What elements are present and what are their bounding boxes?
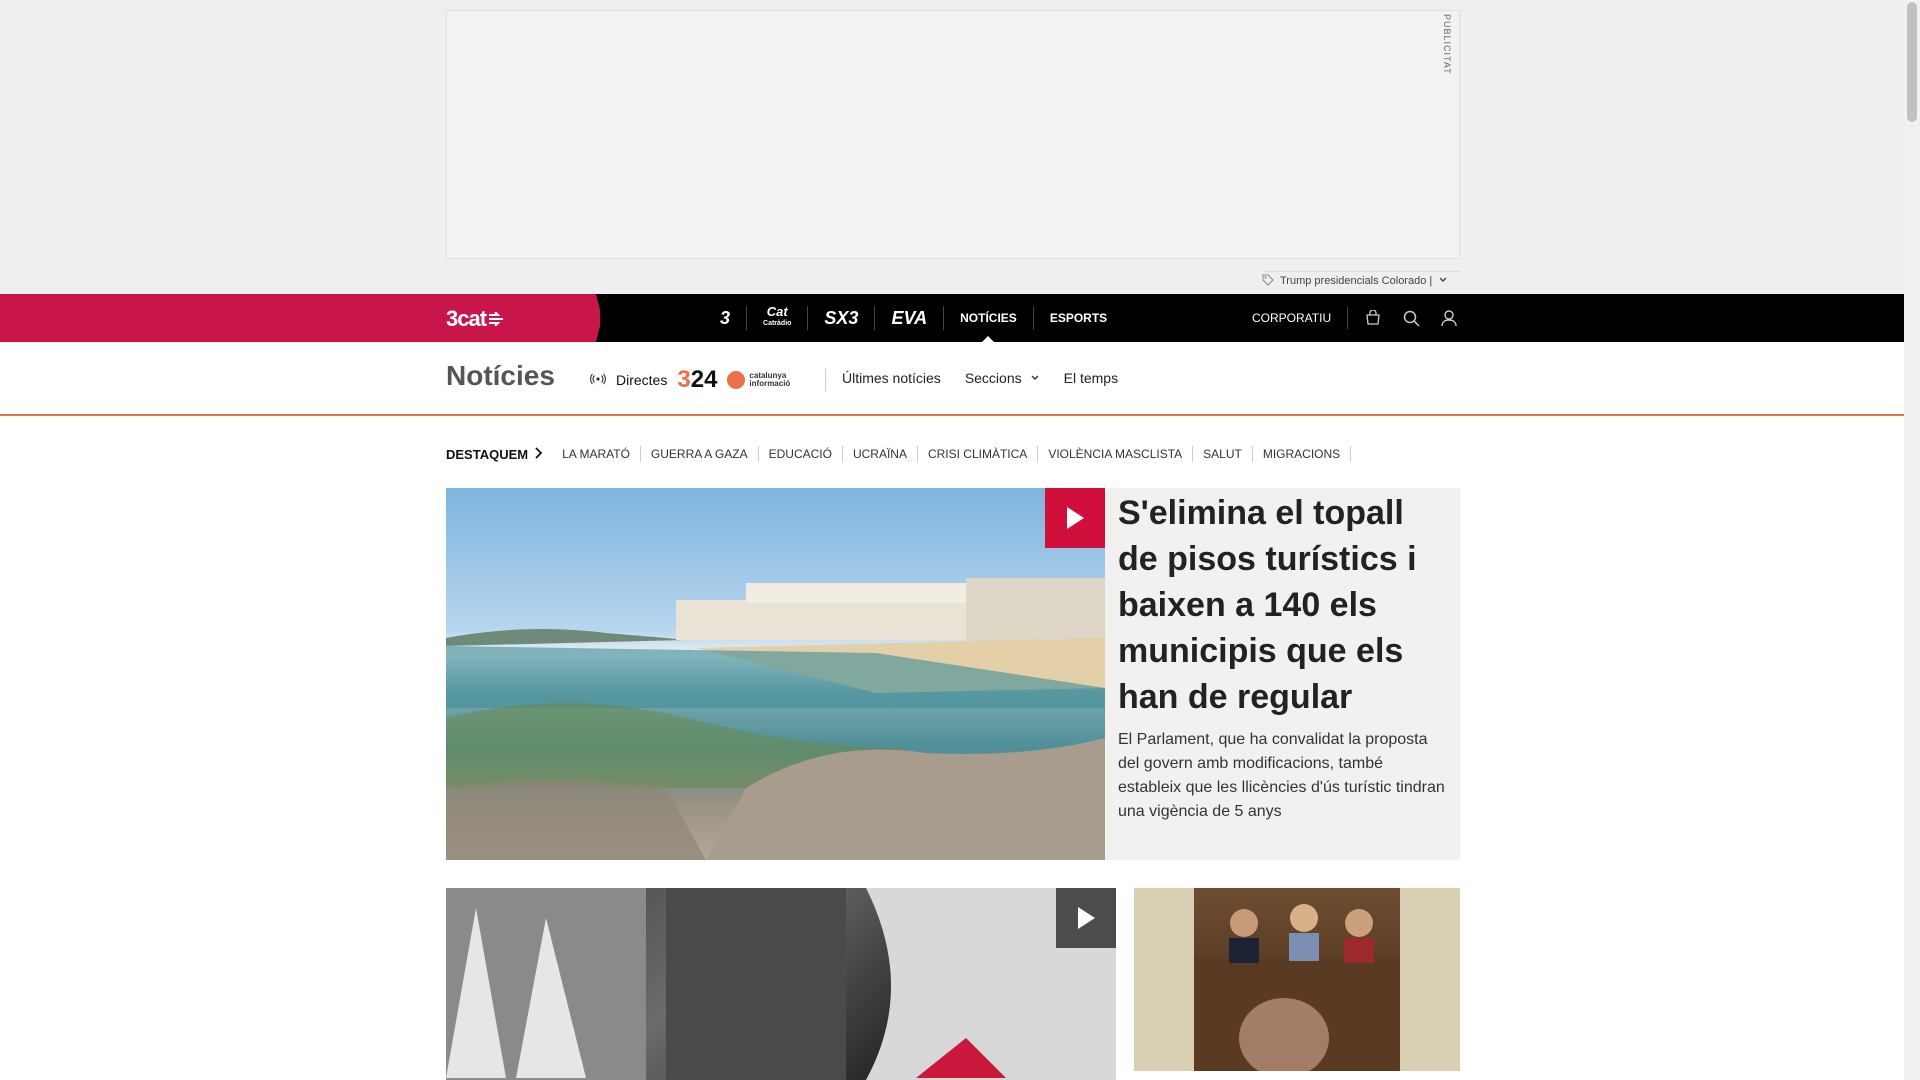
card-illustration: [446, 888, 1116, 1080]
catalunya-informacio-logo[interactable]: catalunya informació: [727, 371, 790, 389]
nav-link-esports[interactable]: ESPORTS: [1034, 306, 1123, 330]
shop-icon[interactable]: [1354, 294, 1392, 342]
hero-image[interactable]: [446, 488, 1105, 860]
play-button[interactable]: [1045, 488, 1105, 548]
sections-dropdown[interactable]: Seccions: [965, 370, 1040, 386]
search-icon[interactable]: [1392, 294, 1430, 342]
live-broadcast-icon: [590, 372, 606, 388]
sections-label: Seccions: [964, 370, 1022, 386]
3cat-logo[interactable]: 3cat: [446, 306, 506, 332]
weather-link[interactable]: El temps: [1064, 370, 1118, 386]
nav-link-noticies[interactable]: NOTÍCIES: [944, 306, 1034, 342]
logo-text: 3cat: [446, 306, 487, 331]
trending-text: Trump presidencials Colorado |: [1280, 275, 1433, 287]
channel-label: Cat: [766, 304, 788, 319]
highlights-label[interactable]: DESTAQUEM: [446, 447, 528, 462]
channel-links: 3 Cat Catràdio SX3 EVA NOTÍCIES ESPORTS: [704, 294, 1123, 342]
highlight-tag[interactable]: MIGRACIONS: [1253, 446, 1352, 462]
highlight-tag[interactable]: CRISI CLIMÀTICA: [918, 446, 1039, 462]
channel-eva-link[interactable]: EVA: [875, 306, 945, 330]
brand-strip: [0, 294, 600, 342]
directes-label[interactable]: Directes: [616, 372, 667, 388]
chevron-down-icon: [1031, 375, 1039, 380]
play-icon: [1078, 907, 1095, 929]
logo-arrow-icon: [489, 312, 504, 326]
beach-illustration: [446, 578, 1105, 860]
channel-label: EVA: [891, 307, 928, 328]
section-title[interactable]: Notícies: [446, 360, 555, 392]
hero-summary: El Parlament, que ha convalidat la propo…: [1118, 731, 1445, 820]
article-card-image[interactable]: [1134, 888, 1460, 1071]
highlights-bar: DESTAQUEM LA MARATÓ GUERRA A GAZA EDUCAC…: [446, 446, 1352, 462]
highlight-tag[interactable]: EDUCACIÓ: [759, 446, 843, 462]
play-button[interactable]: [1056, 888, 1116, 948]
channel-sx3-link[interactable]: SX3: [808, 306, 876, 330]
highlight-tag[interactable]: LA MARATÓ: [552, 446, 641, 462]
tag-icon: [1262, 274, 1274, 289]
corporate-link[interactable]: CORPORATIU: [1252, 307, 1349, 329]
3cat24-logo[interactable]: 3 24: [677, 366, 717, 394]
channel-3-link[interactable]: 3: [704, 306, 748, 330]
chevron-down-icon[interactable]: [1438, 275, 1448, 288]
highlight-tag[interactable]: VIOLÈNCIA MASCLISTA: [1038, 446, 1194, 462]
logo-324-prefix: 3: [677, 366, 691, 393]
channel-label: 3: [720, 307, 731, 328]
catinf-line2: informació: [749, 379, 791, 388]
nav-right: CORPORATIU: [1252, 294, 1468, 342]
article-card-image[interactable]: [446, 888, 1116, 1080]
trending-topics[interactable]: Trump presidencials Colorado |: [1262, 271, 1460, 290]
highlight-tag[interactable]: GUERRA A GAZA: [641, 446, 759, 462]
catinf-circle-icon: [727, 371, 746, 389]
ad-banner[interactable]: [446, 10, 1460, 259]
play-icon: [1067, 507, 1084, 529]
highlight-tag[interactable]: UCRAÏNA: [843, 446, 918, 462]
main-navbar: 3cat 3 Cat Catràdio SX3 EVA NOTÍCIES ESP…: [0, 294, 1904, 342]
channel-label: SX3: [824, 307, 859, 328]
latest-news-link[interactable]: Últimes notícies: [842, 370, 941, 386]
channel-catradio-link[interactable]: Cat Catràdio: [747, 304, 809, 330]
logo-324-suffix: 24: [690, 366, 718, 393]
directes-group: Directes 3 24 catalunya informació: [590, 366, 790, 394]
channel-sub-label: Catràdio: [763, 320, 792, 327]
highlight-tag[interactable]: SALUT: [1193, 446, 1253, 462]
card-illustration: [1134, 888, 1460, 1071]
hero-text: S'elimina el topall de pisos turístics i…: [1118, 488, 1448, 824]
ad-zone: PUBLICITAT Trump presidencials Colorado …: [0, 0, 1904, 294]
section-links: Últimes notícies Seccions El temps: [842, 370, 1118, 386]
hero-article[interactable]: S'elimina el topall de pisos turístics i…: [446, 488, 1460, 860]
section-divider: [825, 369, 826, 391]
hero-headline[interactable]: S'elimina el topall de pisos turístics i…: [1118, 488, 1448, 720]
scrollbar[interactable]: [1904, 0, 1920, 1080]
section-bar: Notícies Directes 3 24 catalunya informac…: [0, 342, 1904, 416]
ad-label: PUBLICITAT: [1442, 14, 1452, 75]
user-icon[interactable]: [1430, 294, 1468, 342]
chevron-right-icon[interactable]: [534, 446, 543, 462]
scrollbar-thumb[interactable]: [1907, 2, 1917, 122]
